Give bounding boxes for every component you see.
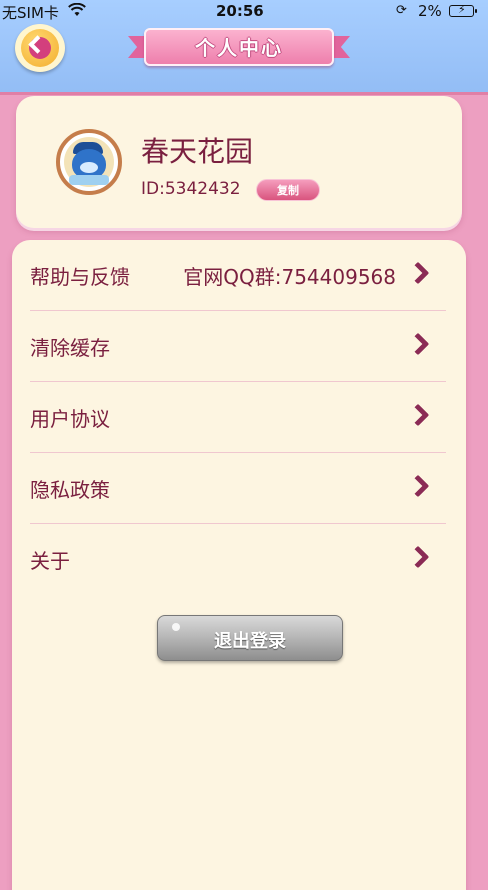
title-banner: 个人中心 bbox=[128, 24, 350, 70]
menu-item-user-agreement[interactable]: 用户协议 bbox=[30, 382, 446, 453]
avatar[interactable] bbox=[56, 129, 122, 195]
logout-button[interactable]: 退出登录 bbox=[157, 615, 343, 661]
menu-item-label: 用户协议 bbox=[30, 407, 110, 431]
menu-item-label: 清除缓存 bbox=[30, 336, 110, 360]
menu-item-label: 帮助与反馈 bbox=[30, 265, 130, 289]
battery-icon: ⚡ bbox=[449, 3, 477, 17]
rotation-lock-icon: ⟳ bbox=[396, 3, 407, 18]
settings-menu: 帮助与反馈 官网QQ群:754409568 清除缓存 用户协议 隐私政策 关于 … bbox=[12, 240, 466, 890]
page-title: 个人中心 bbox=[195, 36, 283, 60]
menu-item-about[interactable]: 关于 bbox=[30, 524, 446, 595]
clock: 20:56 bbox=[216, 2, 264, 20]
menu-item-label: 关于 bbox=[30, 549, 70, 573]
chevron-right-icon bbox=[406, 332, 430, 356]
carrier-label: 无SIM卡 bbox=[2, 4, 59, 22]
chevron-right-icon bbox=[406, 474, 430, 498]
chevron-right-icon bbox=[406, 545, 430, 569]
menu-item-help-feedback[interactable]: 帮助与反馈 官网QQ群:754409568 bbox=[30, 240, 446, 311]
logout-label: 退出登录 bbox=[214, 631, 286, 652]
status-bar: 无SIM卡 20:56 ⟳ 2% ⚡ bbox=[0, 2, 488, 22]
menu-item-privacy-policy[interactable]: 隐私政策 bbox=[30, 453, 446, 524]
username: 春天花园 bbox=[141, 135, 254, 168]
copy-id-button[interactable]: 复制 bbox=[256, 179, 320, 201]
back-button[interactable] bbox=[15, 24, 65, 72]
qq-group-text: 官网QQ群:754409568 bbox=[183, 265, 396, 289]
chevron-right-icon bbox=[406, 403, 430, 427]
user-id: ID:5342432 bbox=[141, 179, 241, 199]
profile-card: 春天花园 ID:5342432 复制 bbox=[16, 96, 462, 228]
menu-item-label: 隐私政策 bbox=[30, 478, 110, 502]
header-bar: 无SIM卡 20:56 ⟳ 2% ⚡ 个人中心 bbox=[0, 0, 488, 95]
battery-percent: 2% bbox=[418, 2, 442, 20]
menu-item-clear-cache[interactable]: 清除缓存 bbox=[30, 311, 446, 382]
chevron-right-icon bbox=[406, 261, 430, 285]
wifi-icon bbox=[68, 2, 86, 21]
